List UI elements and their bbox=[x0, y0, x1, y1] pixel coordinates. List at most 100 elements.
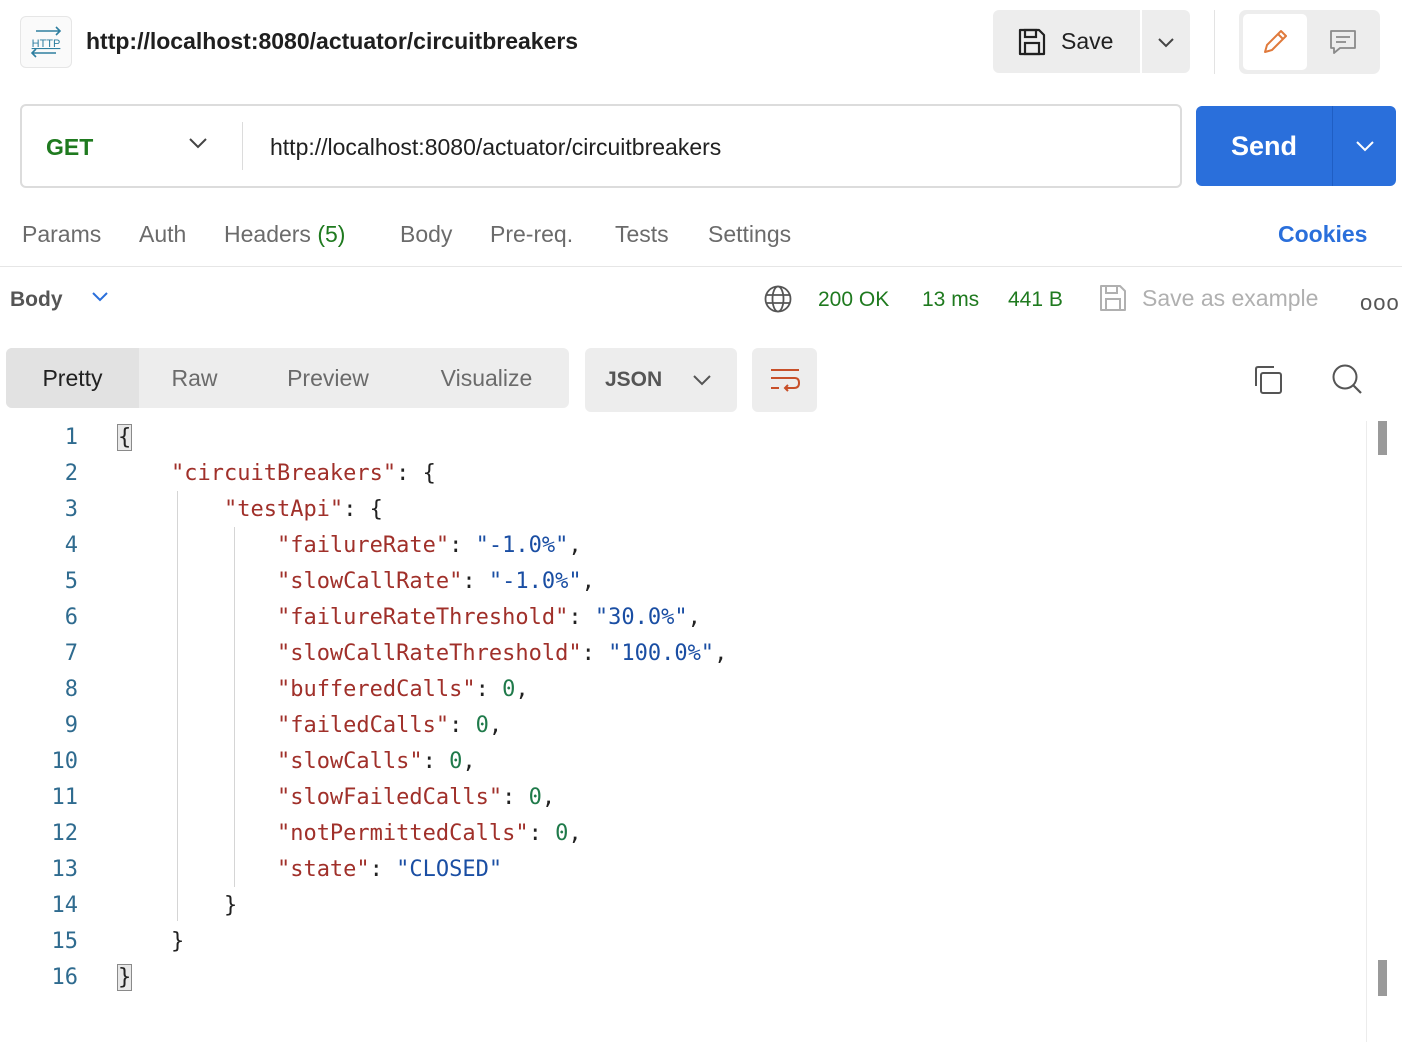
code-line: } bbox=[223, 893, 238, 918]
code-line: "failureRateThreshold": "30.0%", bbox=[276, 605, 701, 630]
url-input[interactable]: http://localhost:8080/actuator/circuitbr… bbox=[270, 134, 721, 161]
tab-body[interactable]: Body bbox=[400, 221, 452, 248]
tab-tests[interactable]: Tests bbox=[615, 221, 669, 248]
tab-params[interactable]: Params bbox=[22, 221, 101, 248]
chevron-down-icon bbox=[693, 375, 711, 386]
line-number: 10 bbox=[51, 749, 79, 774]
json-value: "30.0%" bbox=[594, 605, 688, 630]
line-number: 8 bbox=[64, 677, 78, 702]
code-line: } bbox=[116, 964, 133, 991]
view-preview[interactable]: Preview bbox=[264, 348, 392, 408]
headers-count: (5) bbox=[317, 221, 346, 247]
send-button[interactable]: Send bbox=[1196, 106, 1332, 186]
json-key: "state" bbox=[276, 857, 370, 882]
search-button[interactable] bbox=[1330, 362, 1364, 401]
line-number: 12 bbox=[51, 821, 79, 846]
line-number: 16 bbox=[51, 965, 79, 990]
wrap-lines-button[interactable] bbox=[752, 348, 817, 412]
view-mode-selector: Pretty Raw Preview Visualize bbox=[6, 348, 569, 408]
json-key: "slowCalls" bbox=[276, 749, 423, 774]
floppy-disk-icon bbox=[1100, 285, 1126, 311]
json-value: "-1.0%" bbox=[475, 533, 569, 558]
json-key: "slowFailedCalls" bbox=[276, 785, 503, 810]
header-divider bbox=[1214, 10, 1215, 74]
json-key: "circuitBreakers" bbox=[170, 461, 397, 486]
http-request-icon: HTTP bbox=[20, 16, 72, 68]
chevron-down-icon bbox=[189, 138, 207, 149]
chevron-down-icon bbox=[1158, 37, 1174, 47]
line-number: 9 bbox=[64, 713, 78, 738]
json-key: "slowCallRateThreshold" bbox=[276, 641, 582, 666]
network-info-button[interactable] bbox=[763, 284, 793, 319]
matched-brace: } bbox=[116, 964, 133, 991]
code-line: "slowCallRate": "-1.0%", bbox=[276, 569, 595, 594]
status-code[interactable]: 200 OK bbox=[818, 288, 889, 312]
line-number: 1 bbox=[64, 425, 78, 450]
matched-brace: { bbox=[116, 424, 133, 451]
save-options-button[interactable] bbox=[1142, 10, 1190, 73]
comment-mode-button[interactable] bbox=[1311, 14, 1375, 70]
response-size[interactable]: 441 B bbox=[1008, 288, 1063, 312]
line-number: 3 bbox=[64, 497, 78, 522]
line-number: 13 bbox=[51, 857, 79, 882]
tab-auth[interactable]: Auth bbox=[139, 221, 186, 248]
save-as-example-button[interactable]: Save as example bbox=[1098, 283, 1318, 313]
json-key: "bufferedCalls" bbox=[276, 677, 476, 702]
request-url-bar: GET http://localhost:8080/actuator/circu… bbox=[20, 104, 1182, 188]
url-separator bbox=[242, 122, 243, 170]
editor-scrollbar-track[interactable] bbox=[1366, 421, 1367, 1042]
code-line: "failureRate": "-1.0%", bbox=[276, 533, 582, 558]
json-value: 0 bbox=[502, 677, 516, 702]
json-key: "failedCalls" bbox=[276, 713, 450, 738]
json-value: 0 bbox=[449, 749, 463, 774]
tab-settings[interactable]: Settings bbox=[708, 221, 791, 248]
view-visualize[interactable]: Visualize bbox=[422, 348, 551, 408]
tab-headers[interactable]: Headers (5) bbox=[224, 221, 345, 248]
json-key: "slowCallRate" bbox=[276, 569, 463, 594]
copy-button[interactable] bbox=[1252, 364, 1284, 401]
response-body-dropdown[interactable] bbox=[90, 290, 110, 309]
code-line: "circuitBreakers": { bbox=[170, 461, 436, 486]
code-line: "slowCalls": 0, bbox=[276, 749, 476, 774]
line-number: 7 bbox=[64, 641, 78, 666]
response-body-label[interactable]: Body bbox=[10, 288, 63, 312]
comment-icon bbox=[1330, 30, 1356, 54]
format-select[interactable]: JSON bbox=[585, 348, 737, 412]
method-dropdown[interactable] bbox=[188, 136, 208, 155]
search-icon bbox=[1332, 364, 1362, 394]
json-value: 0 bbox=[555, 821, 569, 846]
json-value: "100.0%" bbox=[608, 641, 715, 666]
save-label: Save bbox=[1061, 28, 1114, 54]
code-line: "bufferedCalls": 0, bbox=[276, 677, 529, 702]
globe-icon bbox=[764, 285, 792, 313]
code-line: { bbox=[116, 424, 133, 451]
chevron-down-icon bbox=[92, 292, 108, 302]
response-body-editor[interactable]: 1 2 3 4 5 6 7 8 9 10 11 12 13 14 15 16 {… bbox=[0, 421, 1366, 1042]
save-button[interactable]: Save bbox=[993, 10, 1140, 73]
line-number: 4 bbox=[64, 533, 78, 558]
view-raw[interactable]: Raw bbox=[146, 348, 243, 408]
edit-mode-button[interactable] bbox=[1243, 14, 1307, 70]
method-select[interactable]: GET bbox=[46, 134, 93, 161]
view-pretty[interactable]: Pretty bbox=[6, 348, 139, 408]
request-title[interactable]: http://localhost:8080/actuator/circuitbr… bbox=[86, 28, 578, 55]
pencil-icon bbox=[1264, 30, 1287, 53]
send-options-button[interactable] bbox=[1332, 106, 1396, 186]
response-time[interactable]: 13 ms bbox=[922, 288, 979, 312]
json-value: 0 bbox=[528, 785, 542, 810]
json-value: "CLOSED" bbox=[396, 857, 503, 882]
line-number: 15 bbox=[51, 929, 79, 954]
tabs-divider bbox=[0, 266, 1402, 267]
floppy-disk-icon bbox=[1018, 28, 1046, 55]
code-line: "failedCalls": 0, bbox=[276, 713, 503, 738]
chevron-down-icon bbox=[1355, 141, 1374, 152]
tab-prereq[interactable]: Pre-req. bbox=[490, 221, 573, 248]
json-key: "failureRate" bbox=[276, 533, 450, 558]
scrollbar-marker bbox=[1378, 421, 1387, 455]
code-line: } bbox=[170, 929, 185, 954]
json-key: "notPermittedCalls" bbox=[276, 821, 529, 846]
cookies-link[interactable]: Cookies bbox=[1278, 221, 1367, 248]
more-options-icon[interactable]: ooo bbox=[1360, 290, 1400, 316]
code-line: "notPermittedCalls": 0, bbox=[276, 821, 582, 846]
line-number: 14 bbox=[51, 893, 79, 918]
